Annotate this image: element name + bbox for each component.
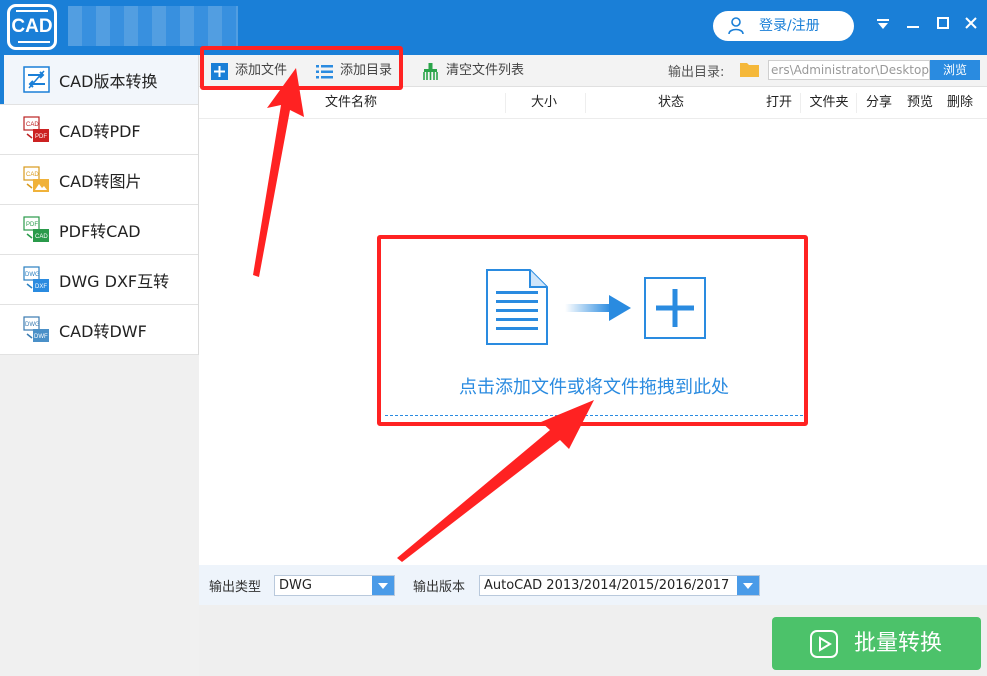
sidebar-item-dwg-dxf-convert[interactable]: DWG DXF DWG DXF互转 — [0, 255, 198, 305]
logo-text: CAD — [11, 16, 53, 37]
column-size: 大小 — [530, 95, 557, 110]
batch-convert-button[interactable]: 批量转换 — [772, 617, 981, 670]
sidebar-empty-area — [0, 355, 199, 676]
login-register-label: 登录/注册 — [759, 18, 820, 34]
annotation-box-drop-zone — [377, 235, 808, 426]
output-dir-label: 输出目录: — [668, 65, 725, 80]
sidebar-item-pdf-to-cad[interactable]: PDF CAD PDF转CAD — [0, 205, 198, 255]
cad-version-convert-icon — [23, 66, 50, 93]
broom-icon — [423, 63, 438, 80]
menu-dropdown-icon[interactable] — [874, 14, 892, 36]
blurred-app-title — [68, 6, 238, 46]
output-type-select[interactable]: DWG — [274, 575, 395, 596]
footer: 批量转换 — [199, 605, 987, 676]
svg-text:DWF: DWF — [34, 334, 48, 340]
file-table-header: 文件名称 大小 状态 打开 文件夹 分享 预览 删除 — [199, 87, 987, 119]
svg-text:CAD: CAD — [26, 172, 39, 178]
svg-text:DWG: DWG — [25, 322, 40, 328]
column-preview: 预览 — [906, 95, 933, 110]
minimize-icon[interactable] — [904, 14, 922, 36]
output-type-value: DWG — [279, 578, 312, 593]
output-version-value: AutoCAD 2013/2014/2015/2016/2017 — [484, 578, 730, 593]
folder-icon — [740, 63, 759, 77]
column-share: 分享 — [865, 95, 892, 110]
logo-arrow-top — [16, 10, 48, 12]
column-file-name: 文件名称 — [324, 95, 377, 110]
pdf-to-cad-icon: PDF CAD — [23, 216, 49, 242]
column-divider — [505, 93, 506, 113]
column-status: 状态 — [657, 95, 684, 110]
chevron-down-icon[interactable] — [372, 576, 394, 595]
title-bar: CAD 登录/注册 — [0, 0, 987, 55]
app-logo: CAD — [7, 4, 57, 50]
clear-list-label: 清空文件列表 — [446, 63, 525, 78]
annotation-box-toolbar — [200, 46, 403, 90]
svg-text:DWG: DWG — [25, 272, 40, 278]
cad-to-image-icon: CAD — [23, 166, 49, 192]
sidebar-item-cad-to-dwf[interactable]: DWG DWF CAD转DWF — [0, 305, 198, 355]
sidebar-item-cad-to-pdf[interactable]: CAD PDF CAD转PDF — [0, 105, 198, 155]
clear-list-button[interactable]: 清空文件列表 — [422, 60, 524, 82]
sidebar-item-label: CAD版本转换 — [59, 71, 158, 91]
close-icon[interactable] — [962, 14, 980, 36]
batch-convert-label: 批量转换 — [854, 631, 943, 656]
sidebar-item-label: PDF转CAD — [59, 221, 141, 241]
cad-to-pdf-icon: CAD PDF — [23, 116, 49, 142]
sidebar-item-label: CAD转PDF — [59, 121, 141, 141]
column-folder: 文件夹 — [809, 95, 849, 110]
svg-text:PDF: PDF — [26, 222, 38, 228]
svg-text:DXF: DXF — [35, 284, 47, 290]
output-options-bar: 输出类型 DWG 输出版本 AutoCAD 2013/2014/2015/201… — [199, 565, 987, 605]
cad-to-dwf-icon: DWG DWF — [23, 316, 49, 342]
sidebar-item-cad-to-image[interactable]: CAD CAD转图片 — [0, 155, 198, 205]
output-version-select[interactable]: AutoCAD 2013/2014/2015/2016/2017 — [479, 575, 760, 596]
column-divider — [856, 93, 857, 113]
output-version-label: 输出版本 — [413, 580, 466, 595]
maximize-icon[interactable] — [934, 14, 952, 36]
svg-text:CAD: CAD — [35, 234, 48, 240]
column-delete: 删除 — [946, 95, 973, 110]
output-dir-field[interactable]: ers\Administrator\Desktop — [768, 60, 930, 80]
dwg-dxf-convert-icon: DWG DXF — [23, 266, 49, 292]
column-divider — [585, 93, 586, 113]
column-divider — [800, 93, 801, 113]
sidebar: CAD版本转换 CAD PDF CAD转PDF CAD CAD转图片 PDF C… — [0, 55, 199, 676]
sidebar-item-cad-version-convert[interactable]: CAD版本转换 — [0, 55, 198, 105]
play-icon — [810, 630, 838, 658]
svg-text:PDF: PDF — [35, 134, 47, 140]
sidebar-item-label: DWG DXF互转 — [59, 271, 170, 291]
login-register-button[interactable]: 登录/注册 — [713, 11, 854, 41]
browse-button[interactable]: 浏览 — [930, 60, 980, 80]
sidebar-item-label: CAD转图片 — [59, 171, 142, 191]
output-type-label: 输出类型 — [209, 580, 262, 595]
logo-arrow-bottom — [18, 41, 50, 43]
user-icon — [728, 17, 744, 35]
chevron-down-icon[interactable] — [737, 576, 759, 595]
svg-text:CAD: CAD — [26, 122, 39, 128]
column-open: 打开 — [765, 95, 792, 110]
sidebar-item-label: CAD转DWF — [59, 321, 147, 341]
